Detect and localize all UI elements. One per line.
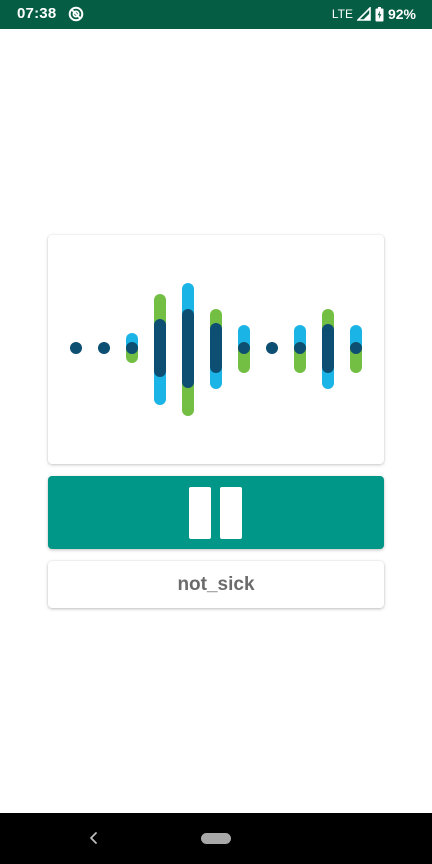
audio-waveform-icon: [70, 283, 362, 416]
status-time: 07:38: [17, 5, 57, 22]
wave-dot: [294, 342, 306, 354]
battery-percent: 92%: [387, 6, 416, 22]
signal-icon: [356, 7, 371, 21]
pause-button[interactable]: [48, 476, 384, 549]
app-notification-icon: [68, 6, 84, 22]
screen: 07:38 LTE 92% not_sick: [0, 0, 432, 864]
waveform-card: [48, 235, 384, 464]
network-type-label: LTE: [331, 7, 353, 21]
status-bar: 07:38 LTE 92%: [0, 0, 432, 29]
wave-dot: [350, 342, 362, 354]
wave-dot: [70, 342, 82, 354]
result-label: not_sick: [177, 573, 255, 595]
wave-dot: [266, 342, 278, 354]
pause-icon-left-bar: [189, 487, 211, 539]
navigation-bar: [0, 813, 432, 864]
pause-icon-right-bar: [220, 487, 242, 539]
wave-dot: [98, 342, 110, 354]
battery-icon: [375, 6, 384, 21]
wave-dot: [238, 342, 250, 354]
home-icon[interactable]: [201, 833, 231, 844]
result-card: not_sick: [48, 561, 384, 608]
status-right-group: LTE 92%: [332, 5, 416, 23]
back-icon[interactable]: [86, 828, 100, 848]
wave-dot: [126, 342, 138, 354]
